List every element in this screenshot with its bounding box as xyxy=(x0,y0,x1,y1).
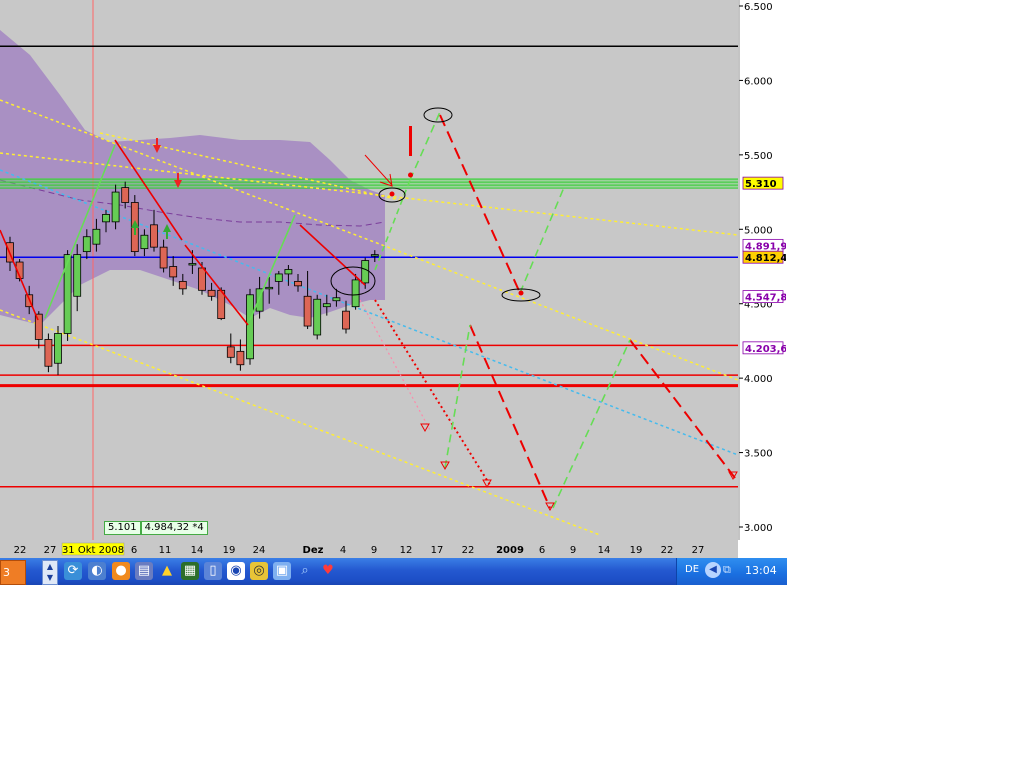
y-tick-label: 6.000 xyxy=(744,76,773,87)
media-icon[interactable]: ◉ xyxy=(227,562,245,580)
info-box: 5.101 4.984,32 *4 xyxy=(104,521,208,535)
candle xyxy=(82,236,91,253)
info-value-1: 5.101 xyxy=(104,521,141,535)
clock[interactable]: 13:04 xyxy=(745,564,777,577)
exclamation-dot xyxy=(408,172,413,178)
screen-icon[interactable]: ▣ xyxy=(273,562,291,580)
system-tray: DE ◀ ⧉ 13:04 xyxy=(676,558,787,585)
x-tick-label: 14 xyxy=(191,545,204,556)
candle xyxy=(303,295,312,327)
x-tick-label: 4 xyxy=(340,545,346,556)
price-label: 4.203,6 xyxy=(745,344,786,355)
candle xyxy=(44,339,53,367)
signal-arrow-stem xyxy=(156,138,158,145)
candle xyxy=(169,266,178,278)
candle xyxy=(178,280,187,290)
book-icon[interactable]: ▤ xyxy=(135,562,153,580)
x-tick-label: 14 xyxy=(598,545,611,556)
candle xyxy=(284,269,293,275)
x-tick-label: 19 xyxy=(630,545,643,556)
price-label: 4.891,9 xyxy=(745,241,786,252)
candle xyxy=(73,254,82,297)
x-tick-label: 6 xyxy=(131,545,137,556)
candle xyxy=(188,263,197,266)
candlestick-chart[interactable]: 3.0003.5004.0004.5005.0005.5006.0006.500… xyxy=(0,0,786,558)
signal-arrow-stem xyxy=(166,232,168,239)
candle xyxy=(322,303,331,308)
grid-icon[interactable]: ▦ xyxy=(181,562,199,580)
price-label: 4.812,43 xyxy=(745,253,786,264)
candle xyxy=(246,294,254,360)
x-tick-label: 22 xyxy=(14,545,27,556)
ellipse-dot xyxy=(389,191,395,197)
globe-icon[interactable]: ◐ xyxy=(88,562,106,580)
x-tick-label: 27 xyxy=(692,545,705,556)
heart-icon[interactable]: ♥ xyxy=(319,562,337,580)
ellipse-dot xyxy=(518,290,524,296)
candle xyxy=(150,224,158,248)
x-tick-label: 17 xyxy=(431,545,444,556)
spin-control[interactable]: ▲ ▼ xyxy=(42,560,58,585)
x-tick-label: 31 Okt 2008 xyxy=(62,545,124,556)
x-tick-label: 2009 xyxy=(496,545,524,556)
x-tick-label: 22 xyxy=(661,545,674,556)
price-label: 5.310 xyxy=(745,179,777,190)
candle xyxy=(111,191,120,223)
candle xyxy=(351,279,360,308)
y-tick-label: 5.500 xyxy=(744,151,773,162)
candle xyxy=(92,228,101,245)
candle xyxy=(102,213,110,223)
candle xyxy=(226,346,235,358)
back-arrow-icon[interactable]: ◀ xyxy=(705,562,721,578)
candle xyxy=(370,254,379,257)
taskbar-button-stub[interactable]: 3 xyxy=(0,560,26,585)
y-tick-label: 6.500 xyxy=(744,2,773,13)
candle xyxy=(198,267,206,291)
candle xyxy=(294,280,302,287)
info-value-2: 4.984,32 *4 xyxy=(140,521,208,535)
candle xyxy=(54,333,62,364)
y-tick-label: 5.000 xyxy=(744,225,773,236)
x-tick-label: 24 xyxy=(253,545,266,556)
candle xyxy=(236,350,245,366)
candle xyxy=(274,273,283,282)
x-tick-label: 6 xyxy=(539,545,545,556)
signal-arrow-stem xyxy=(177,173,179,180)
search-icon[interactable]: ⌕ xyxy=(296,562,314,580)
x-tick-label: 11 xyxy=(159,545,172,556)
y-tick-label: 3.000 xyxy=(744,523,773,534)
candle xyxy=(342,310,350,330)
candle xyxy=(121,187,130,203)
candle xyxy=(313,298,322,336)
y-tick-label: 3.500 xyxy=(744,449,773,460)
x-tick-label: 12 xyxy=(400,545,413,556)
x-tick-label: Dez xyxy=(303,545,324,556)
candle xyxy=(332,297,341,302)
x-tick-label: 9 xyxy=(570,545,576,556)
candle xyxy=(140,234,149,250)
x-tick-label: 9 xyxy=(371,545,377,556)
camera-icon[interactable]: ◎ xyxy=(250,562,268,580)
warning-icon[interactable]: ▲ xyxy=(158,562,176,580)
chart-window: 3.000 3.500 4.000 4.500 5.000 5.500 6.000 6.500… xyxy=(0,0,786,558)
candle xyxy=(265,286,274,290)
candle xyxy=(207,289,216,297)
language-indicator[interactable]: DE xyxy=(685,564,699,575)
x-tick-label: 19 xyxy=(223,545,236,556)
x-tick-label: 22 xyxy=(462,545,475,556)
rotate-icon[interactable]: ⟳ xyxy=(64,562,82,580)
x-tick-label: 27 xyxy=(44,545,57,556)
signal-arrow-stem xyxy=(134,228,136,235)
price-label: 4.547,8 xyxy=(745,293,786,304)
firefox-icon[interactable]: ● xyxy=(112,562,130,580)
y-tick-label: 4.000 xyxy=(744,374,773,385)
taskbar: 3 ▲ ▼ ⟳ ◐ ● ▤ ▲ ▦ ▯ ◉ ◎ ▣ ⌕ ♥ DE ◀ ⧉ 13:0… xyxy=(0,558,787,585)
exclamation-bar xyxy=(409,126,412,156)
candle xyxy=(159,246,168,269)
document-icon[interactable]: ▯ xyxy=(204,562,222,580)
candle xyxy=(361,260,370,284)
network-icon[interactable]: ⧉ xyxy=(723,563,737,577)
